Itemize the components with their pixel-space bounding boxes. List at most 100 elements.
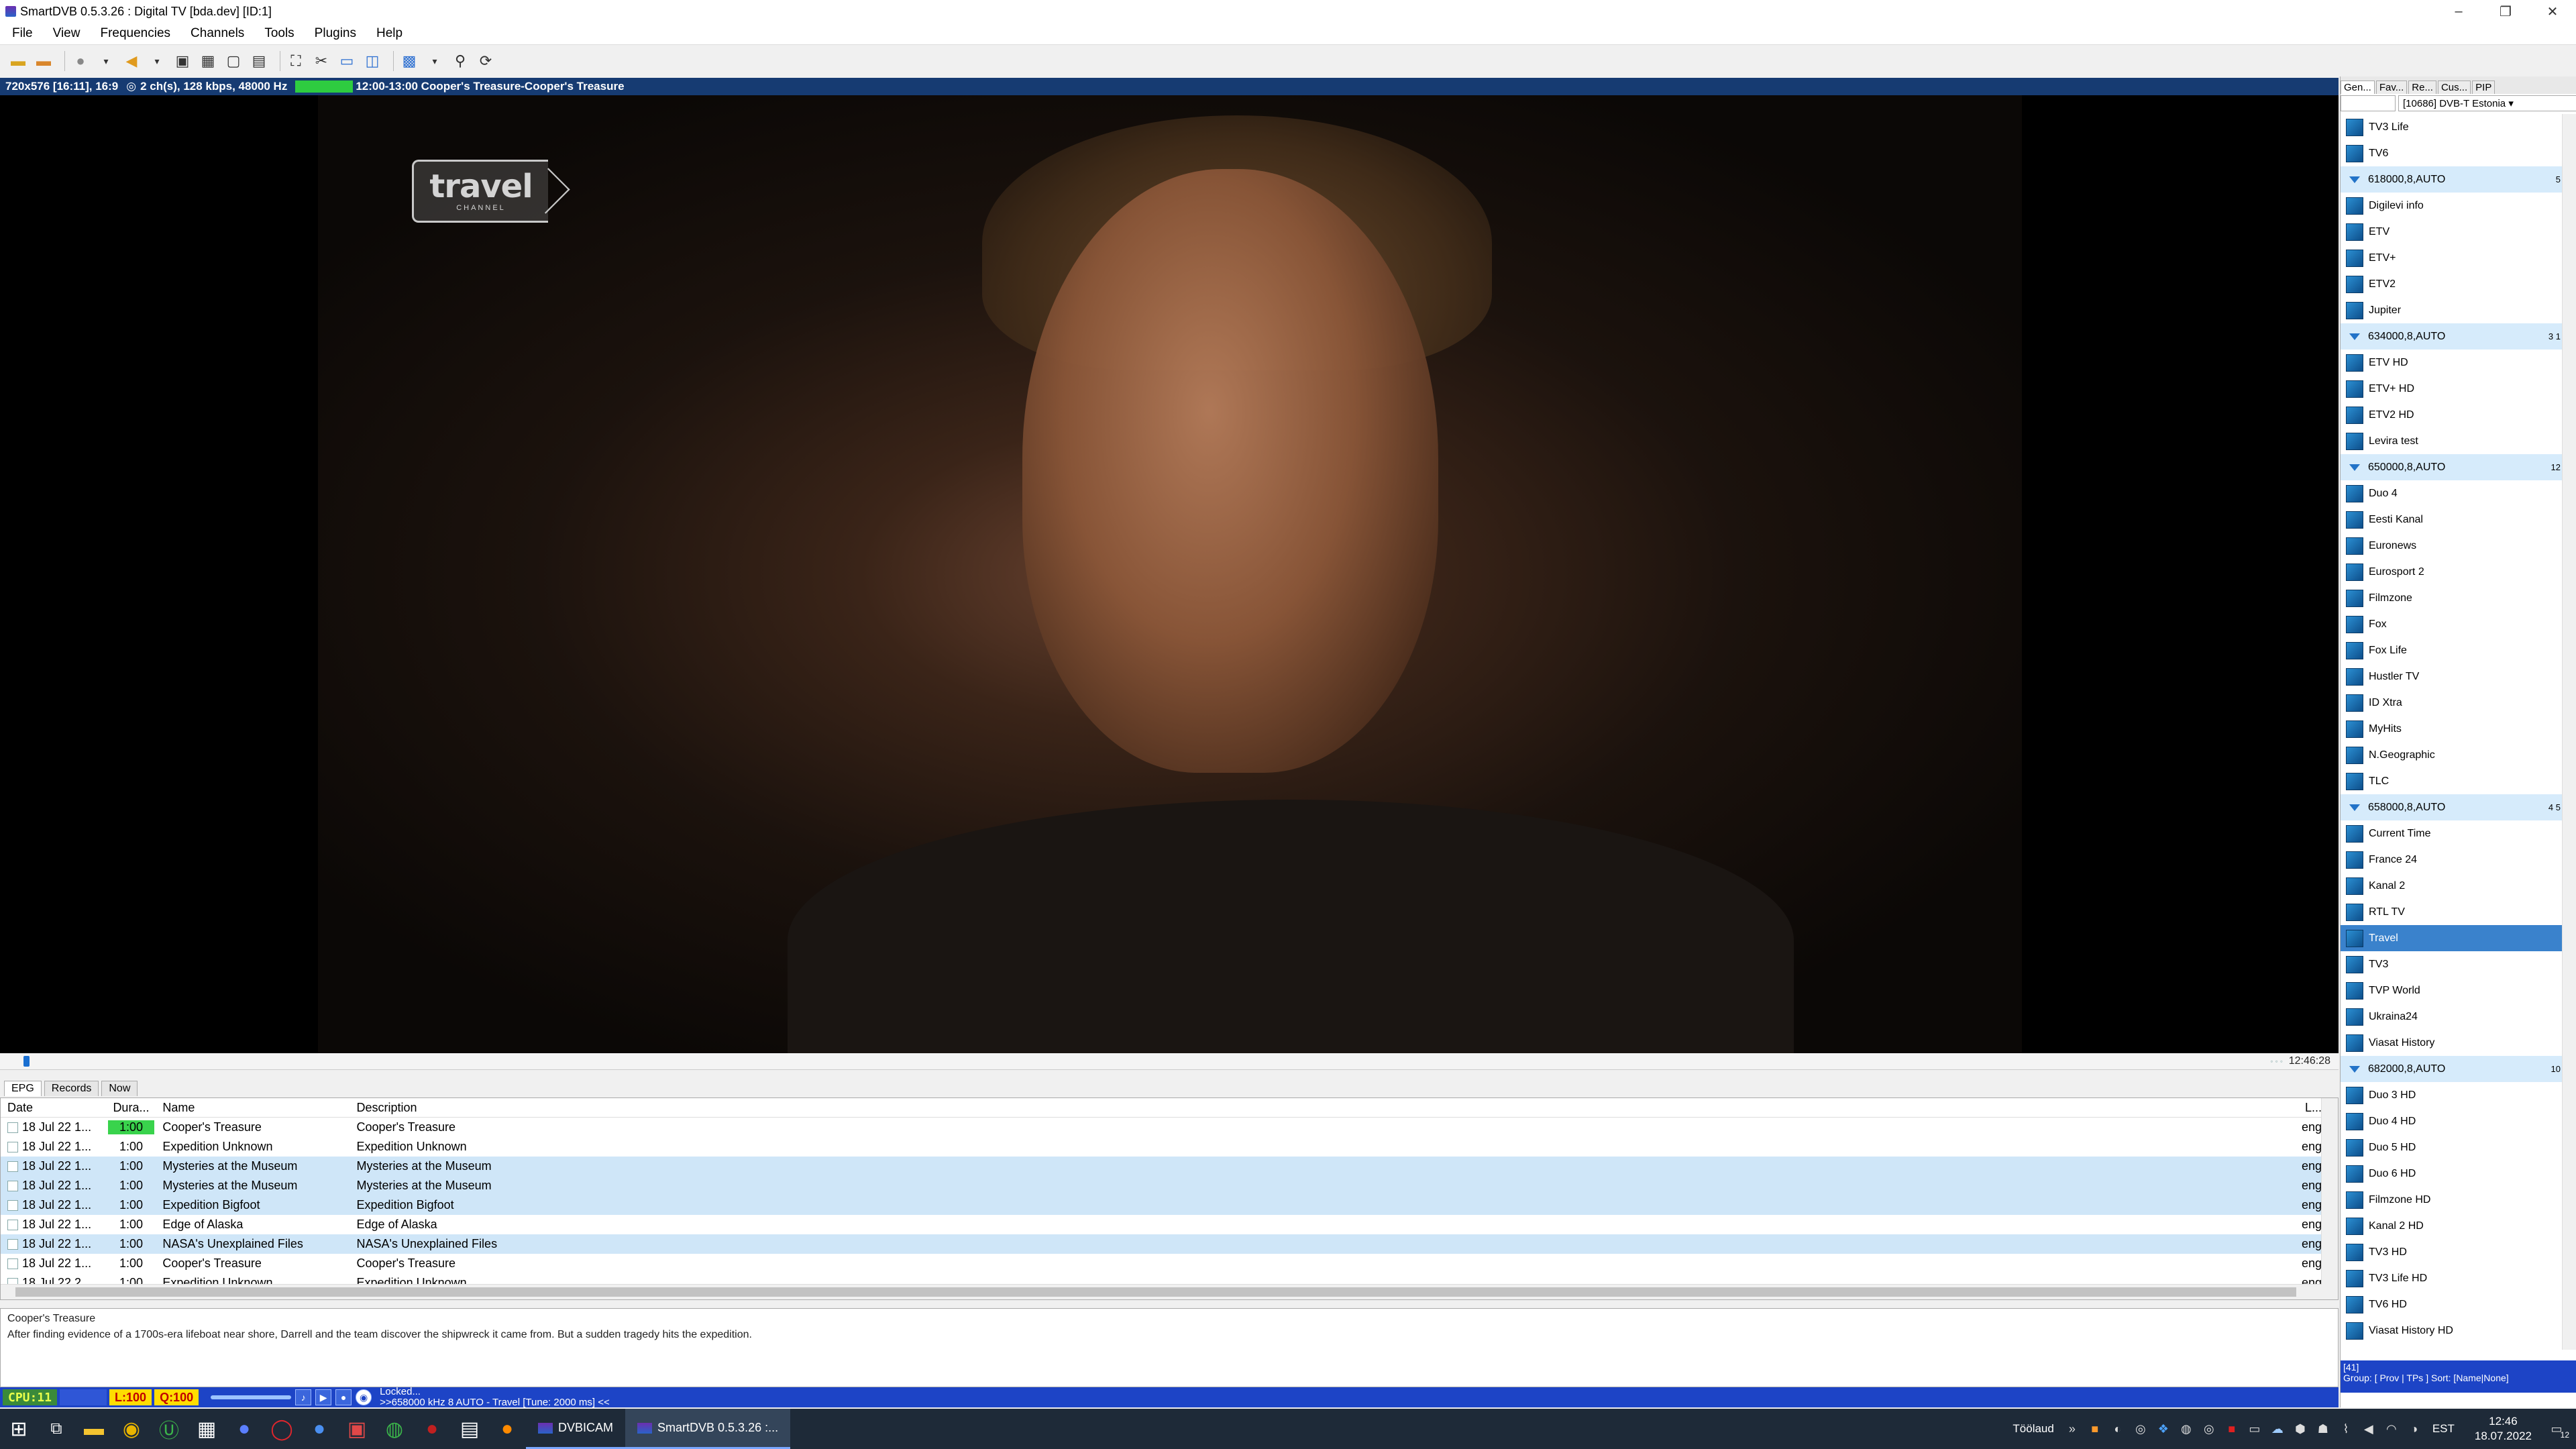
col-duration[interactable]: Dura... [108,1101,155,1115]
record-folder-icon[interactable]: ▬ [34,51,54,71]
channel-item[interactable]: Duo 4 [2341,480,2562,506]
epg-row-checkbox[interactable] [7,1258,18,1269]
channel-item[interactable]: N.Geographic [2341,742,2562,768]
filter-dropdown[interactable] [2341,95,2396,111]
transponder-group[interactable]: 634000,8,AUTO 3 1 [2341,323,2562,350]
app-u-icon[interactable]: Ⓤ [150,1409,188,1449]
record-icon[interactable]: ● [70,51,91,71]
channel-item[interactable]: Duo 5 HD [2341,1134,2562,1161]
qbittorrent-icon[interactable]: ● [301,1409,338,1449]
epg-row-checkbox[interactable] [7,1180,18,1191]
col-name[interactable]: Name [154,1101,355,1115]
channel-item[interactable]: Fox [2341,611,2562,637]
pip-icon[interactable]: ◫ [362,51,382,71]
channel-item[interactable]: Kanal 2 HD [2341,1213,2562,1239]
channel-item[interactable]: ETV HD [2341,350,2562,376]
channel-item[interactable]: Viasat History HD [2341,1318,2562,1344]
epg-row[interactable]: 18 Jul 22 1... 1:00 Expedition Unknown Expe… [1,1137,2322,1157]
channel-item[interactable]: ETV+ [2341,245,2562,271]
seek-bar[interactable]: ◦◦◦ 12:46:28 [0,1053,2339,1070]
menu-help[interactable]: Help [364,26,411,41]
tab-records[interactable]: Records [44,1081,99,1096]
source-dropdown[interactable]: [10686] DVB-T Estonia ▾ [2398,95,2576,111]
info-icon[interactable]: ◉ [356,1389,372,1405]
clock[interactable]: 12:46 18.07.2022 [2475,1414,2532,1444]
app-notes-icon[interactable]: ▤ [451,1409,488,1449]
menu-view[interactable]: View [41,26,89,41]
task-view-icon[interactable]: ⧉ [38,1409,75,1449]
chrome-icon[interactable]: ◉ [113,1409,150,1449]
channel-item[interactable]: Euronews [2341,533,2562,559]
transponder-group[interactable]: 658000,8,AUTO 4 5 [2341,794,2562,820]
refresh-icon[interactable]: ⟳ [476,51,496,71]
group-sort-info[interactable]: Group: [ Prov | TPs ] Sort: [Name|None] [2343,1373,2574,1383]
tab-epg[interactable]: EPG [4,1081,42,1096]
tray-app-icon[interactable]: ◍ [2179,1421,2194,1436]
grid-icon[interactable]: ▦ [198,51,218,71]
tab-custom[interactable]: Cus... [2437,80,2471,94]
channel-item[interactable]: Hustler TV [2341,663,2562,690]
expand-icon[interactable] [2349,176,2360,183]
network-icon[interactable]: ⌇ [2339,1421,2353,1436]
channel-item[interactable]: Current Time [2341,820,2562,847]
tray-app-icon[interactable]: ■ [2224,1421,2239,1436]
scan-dropdown-icon[interactable]: ▾ [425,51,445,71]
seek-mini-controls[interactable]: ◦◦◦ [2270,1057,2285,1066]
channel-scan-icon[interactable]: ▩ [399,51,419,71]
taskbar-app-dvbicam[interactable]: DVBICAM [526,1409,626,1449]
expand-icon[interactable] [2349,804,2360,811]
channel-item[interactable]: ID Xtra [2341,690,2562,716]
epg-scroll-thumb[interactable] [15,1287,2296,1297]
channel-item[interactable]: Duo 6 HD [2341,1161,2562,1187]
epg-row[interactable]: 18 Jul 22 1... 1:00 Cooper's Treasure Coope… [1,1254,2322,1273]
tray-app-icon[interactable]: ▭ [2247,1421,2262,1436]
epg-row-checkbox[interactable] [7,1219,18,1230]
channel-list-scrollbar[interactable] [2562,114,2576,1350]
channel-item[interactable]: TLC [2341,768,2562,794]
epg-row[interactable]: 18 Jul 22 1... 1:00 Cooper's Treasure Coope… [1,1118,2322,1137]
volume-icon[interactable]: ◀ [2361,1421,2376,1436]
col-language[interactable]: L... [2282,1101,2322,1115]
firefox-icon[interactable]: ● [488,1409,526,1449]
minimize-button[interactable]: – [2435,0,2482,23]
menu-channels[interactable]: Channels [178,26,252,41]
epg-row-checkbox[interactable] [7,1199,18,1211]
channel-item[interactable]: ETV [2341,219,2562,245]
channel-item[interactable]: MyHits [2341,716,2562,742]
transponder-group[interactable]: 650000,8,AUTO 12 [2341,454,2562,480]
channel-item[interactable]: TV3 Life [2341,114,2562,140]
play-icon[interactable]: ▶ [315,1389,332,1405]
mute-icon[interactable]: ♪ [295,1389,312,1405]
tray-app-icon[interactable]: ⬢ [2293,1421,2308,1436]
tab-general[interactable]: Gen... [2341,80,2375,94]
epg-row-checkbox[interactable] [7,1122,18,1133]
dropbox-icon[interactable]: ❖ [2156,1421,2171,1436]
wifi-icon[interactable]: ◠ [2384,1421,2399,1436]
open-folder-icon[interactable]: ▬ [8,51,28,71]
app-green-icon[interactable]: ◍ [376,1409,413,1449]
tray-app-icon[interactable]: ◎ [2202,1421,2216,1436]
app-dark-red-icon[interactable]: ● [413,1409,451,1449]
epg-row[interactable]: 18 Jul 22 1... 1:00 NASA's Unexplained Fil… [1,1234,2322,1254]
record-dropdown-icon[interactable]: ▾ [96,51,116,71]
channel-item[interactable]: Ukraina24 [2341,1004,2562,1030]
tab-pip[interactable]: PIP [2472,80,2496,94]
channel-item[interactable]: Kanal 2 [2341,873,2562,899]
opera-icon[interactable]: ◯ [263,1409,301,1449]
back-arrow-icon[interactable]: ◀ [121,51,142,71]
zoom-window-icon[interactable]: ▢ [223,51,244,71]
tab-now[interactable]: Now [101,1081,138,1096]
onedrive-icon[interactable]: ☁ [2270,1421,2285,1436]
maximize-button[interactable]: ❐ [2482,0,2529,23]
volume-slider[interactable] [211,1395,292,1399]
tab-favorites[interactable]: Fav... [2375,80,2408,94]
file-explorer-icon[interactable]: ▬ [75,1409,113,1449]
tray-app-icon[interactable]: ◑ [2407,1421,2422,1436]
app-red-icon[interactable]: ▣ [338,1409,376,1449]
epg-row-checkbox[interactable] [7,1141,18,1152]
epg-row-checkbox[interactable] [7,1238,18,1250]
expand-icon[interactable] [2349,333,2360,340]
channel-item[interactable]: Fox Life [2341,637,2562,663]
search-icon[interactable]: ⚲ [450,51,470,71]
channel-item[interactable]: RTL TV [2341,899,2562,925]
